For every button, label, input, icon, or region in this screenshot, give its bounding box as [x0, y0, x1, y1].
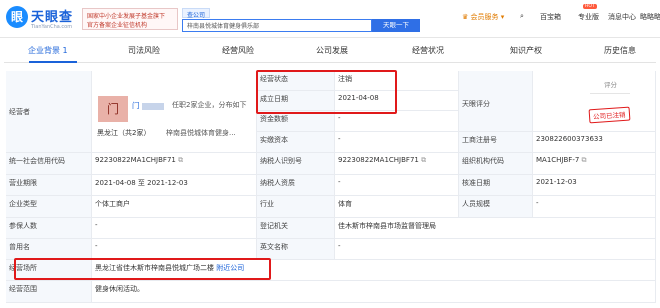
banner-line-1: 国家中小企业发展子基金旗下	[87, 13, 166, 20]
status-stamp: 公司已注销	[588, 106, 630, 124]
authority-label: 登记机关	[257, 218, 335, 239]
approve-date-value: 2021-12-03	[533, 175, 656, 196]
capital-value: -	[335, 111, 459, 132]
tab-business-status[interactable]: 经营状况	[412, 45, 444, 56]
insured-label: 参保人数	[6, 218, 92, 239]
staff-size-label: 人员规模	[459, 196, 533, 218]
copy-icon[interactable]: ⧉	[582, 156, 587, 164]
user-menu[interactable]: 略略略略	[640, 12, 660, 22]
insured-value: -	[92, 218, 257, 239]
tax-id-text: 92230822MA1CHJBF71	[338, 156, 419, 164]
reg-no-label: 工商注册号	[459, 132, 533, 153]
operator-company-link[interactable]: 梓南县悦城体育健身...	[166, 128, 256, 138]
status-value: 注销	[335, 71, 459, 91]
score-divider	[590, 93, 630, 94]
establish-date-value: 2021-04-08	[335, 91, 459, 111]
tianyancha-logo-icon[interactable]: 眼	[6, 6, 28, 28]
operator-name-blur	[141, 102, 164, 110]
search-area: 查公司 天眼一下	[182, 8, 420, 32]
credit-code-label: 统一社会信用代码	[6, 153, 92, 175]
banner-line-2: 官方备案企业征信机构	[87, 22, 148, 29]
operator-name-link[interactable]: 门	[132, 100, 164, 111]
search-tab-company[interactable]: 查公司	[182, 8, 211, 19]
tab-judicial-risk[interactable]: 司法风险	[128, 45, 160, 56]
paid-capital-label: 实缴资本	[257, 132, 335, 153]
brand-name[interactable]: 天眼查	[31, 6, 73, 25]
company-type-label: 企业类型	[6, 196, 92, 218]
address-cell: 黑龙江省佳木斯市梓南县悦城广场二楼 附近公司	[92, 260, 656, 281]
tax-id-value: 92230822MA1CHJBF71 ⧉	[335, 153, 459, 175]
hot-badge: HOT	[583, 4, 597, 9]
approve-date-label: 核准日期	[459, 175, 533, 196]
former-name-label: 曾用名	[6, 239, 92, 260]
search-icon[interactable]: ⌕	[520, 12, 524, 21]
english-name-value: -	[335, 239, 656, 260]
tab-operation-risk[interactable]: 经营风险	[222, 45, 254, 56]
tab-history[interactable]: 历史信息	[604, 45, 636, 56]
address-value: 黑龙江省佳木斯市梓南县悦城广场二楼	[95, 264, 214, 272]
search-input[interactable]	[182, 19, 372, 32]
term-value: 2021-04-08 至 2021-12-03	[92, 175, 257, 196]
business-scope-value: 健身休闲活动。	[92, 281, 656, 303]
copy-icon[interactable]: ⧉	[421, 156, 426, 164]
tab-label: 企业背景	[28, 46, 60, 55]
message-center-link[interactable]: 消息中心	[608, 12, 636, 22]
tax-qualification-label: 纳税人资质	[257, 175, 335, 196]
authority-value: 佳木斯市梓南县市场监督管理局	[335, 218, 656, 239]
tab-business-background[interactable]: 企业背景 1	[28, 45, 68, 56]
tab-intellectual-property[interactable]: 知识产权	[510, 45, 542, 56]
business-scope-label: 经营范围	[6, 281, 92, 303]
operator-region: 黑龙江（共2家）	[97, 129, 151, 137]
tax-id-label: 纳税人识别号	[257, 153, 335, 175]
status-label: 经营状态	[257, 71, 335, 91]
operator-label: 经营者	[6, 71, 92, 153]
tab-company-development[interactable]: 公司发展	[316, 45, 348, 56]
vip-service-link[interactable]: ♛ 会员服务 ▾	[462, 12, 504, 22]
toolbox-link[interactable]: 百宝箱	[540, 12, 561, 22]
industry-label: 行业	[257, 196, 335, 218]
establish-date-label: 成立日期	[257, 91, 335, 111]
capital-label: 资金数额	[257, 111, 335, 132]
paid-capital-value: -	[335, 132, 459, 153]
operator-name: 门	[132, 101, 140, 110]
term-label: 营业期限	[6, 175, 92, 196]
staff-size-value: -	[533, 196, 656, 218]
brand-domain: TianYanCha.com	[31, 24, 73, 30]
english-name-label: 英文名称	[257, 239, 335, 260]
org-code-label: 组织机构代码	[459, 153, 533, 175]
address-label: 经营场所	[6, 260, 92, 281]
search-button[interactable]: 天眼一下	[372, 19, 420, 32]
former-name-value: -	[92, 239, 257, 260]
section-tabs: 企业背景 1 司法风险 经营风险 公司发展 经营状况 知识产权 历史信息	[4, 41, 656, 63]
pro-version-link[interactable]: 专业版	[578, 12, 599, 22]
tab-count: 1	[62, 46, 68, 55]
sky-score-label: 天眼评分	[459, 71, 533, 132]
gov-banner: 国家中小企业发展子基金旗下 官方备案企业征信机构	[82, 8, 178, 30]
company-type-value: 个体工商户	[92, 196, 257, 218]
tax-qualification-value: -	[335, 175, 459, 196]
nearby-companies-link[interactable]: 附近公司	[216, 264, 244, 272]
top-header: 眼 天眼查 TianYanCha.com 国家中小企业发展子基金旗下 官方备案企…	[0, 0, 660, 38]
reg-no-value: 230822600373633	[533, 132, 656, 153]
operator-avatar[interactable]: 门	[98, 96, 128, 122]
operator-summary: 任职2家企业，分布如下	[172, 101, 247, 109]
active-tab-indicator	[29, 61, 77, 63]
org-code-text: MA1CHJBF-7	[536, 156, 580, 164]
credit-code-value: 92230822MA1CHJBF71 ⧉	[92, 153, 257, 175]
copy-icon[interactable]: ⧉	[178, 156, 183, 164]
org-code-value: MA1CHJBF-7 ⧉	[533, 153, 656, 175]
industry-value: 体育	[335, 196, 459, 218]
vip-label: 会员服务	[470, 13, 499, 21]
credit-code-text: 92230822MA1CHJBF71	[95, 156, 176, 164]
score-text: 评分	[604, 81, 617, 89]
